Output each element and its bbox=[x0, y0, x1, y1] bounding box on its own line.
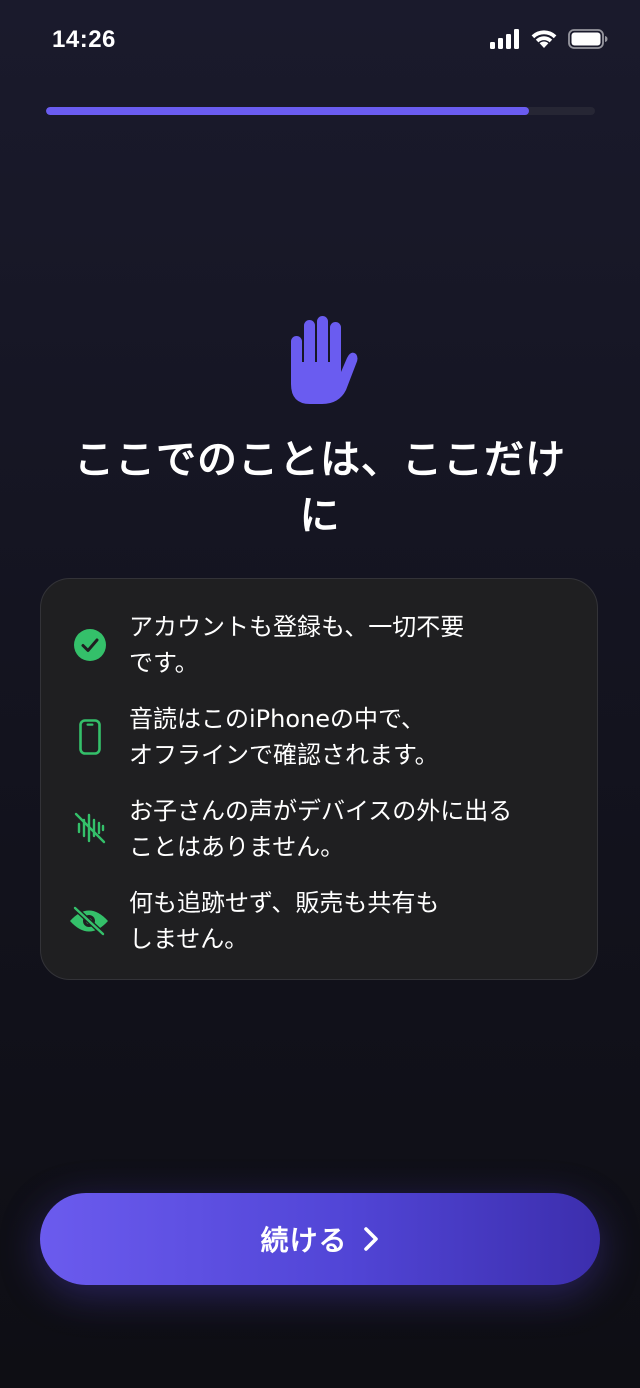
cellular-signal-icon bbox=[490, 28, 519, 49]
continue-button-label: 続ける bbox=[260, 1224, 348, 1257]
onboarding-progress-bar bbox=[46, 107, 595, 115]
privacy-card: アカウントも登録も、一切不要 です。 音読はこのiPhoneの中で、 オフライン… bbox=[40, 578, 598, 980]
status-bar: 14:26 bbox=[0, 0, 640, 80]
privacy-item-text: 音読はこのiPhoneの中で、 オフラインで確認されます。 bbox=[129, 705, 439, 769]
privacy-item-text: アカウントも登録も、一切不要 です。 bbox=[129, 613, 465, 677]
chevron-right-icon bbox=[363, 1227, 378, 1251]
continue-button[interactable]: 続ける bbox=[40, 1193, 600, 1285]
eye-slash-icon bbox=[67, 902, 111, 940]
waveform-slash-icon bbox=[71, 809, 109, 847]
progress-fill bbox=[46, 107, 530, 115]
status-time: 14:26 bbox=[52, 26, 116, 53]
page-title: ここでのことは、ここだけ に bbox=[74, 437, 566, 539]
check-circle-icon bbox=[71, 626, 109, 664]
battery-icon bbox=[568, 28, 608, 49]
hand-raised-icon bbox=[286, 314, 358, 406]
iphone-icon bbox=[71, 718, 109, 756]
privacy-item-text: 何も追跡せず、販売も共有も しません。 bbox=[129, 889, 440, 953]
privacy-item-text: お子さんの声がデバイスの外に出る ことはありません。 bbox=[129, 797, 513, 861]
status-icons bbox=[490, 28, 608, 49]
wifi-icon bbox=[531, 30, 557, 48]
